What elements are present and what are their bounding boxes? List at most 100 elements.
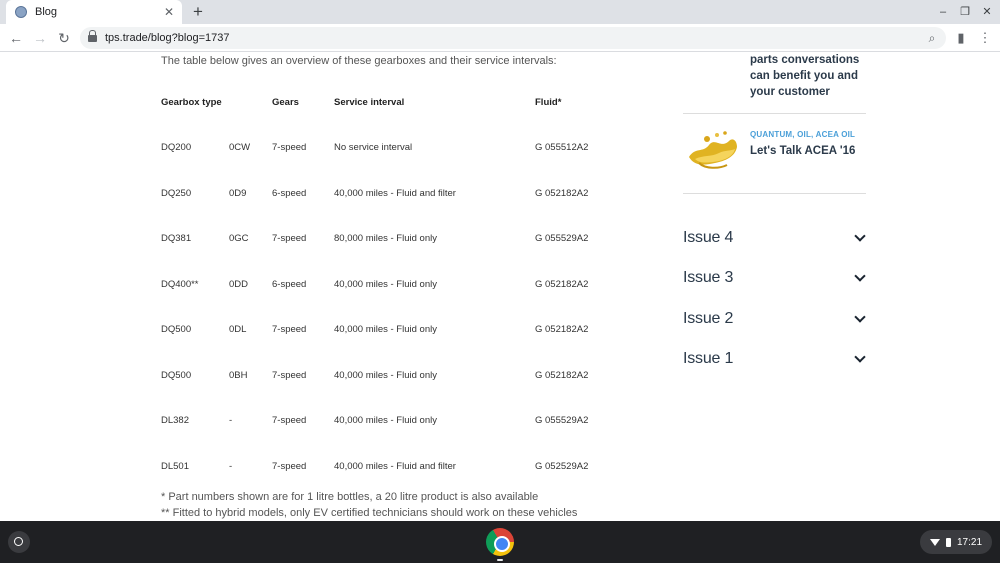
chevron-down-icon [854,232,866,244]
clock: 17:21 [957,536,983,548]
running-indicator [497,559,503,561]
table-cell: 7-speed [272,233,307,245]
table-cell: DQ200 [161,142,192,154]
table-cell: G 055512A2 [535,142,589,154]
chevron-down-icon [854,353,866,365]
sidebar-divider [683,193,866,194]
close-tab-icon[interactable]: ✕ [160,5,178,19]
url-text[interactable]: tps.trade/blog?blog=1737 [105,32,922,44]
issue-3-toggle[interactable]: Issue 3 [683,266,866,290]
chevron-down-icon [854,272,866,284]
table-cell: 7-speed [272,324,307,336]
header-gears: Gears [272,96,299,108]
table-cell: 0GC [229,233,249,245]
table-cell: No service interval [334,142,413,154]
issue-label: Issue 3 [683,269,734,286]
table-cell: DQ400** [161,278,199,290]
intro-text: The table below gives an overview of the… [161,55,557,67]
table-row: DQ200 0CW 7-speed No service interval G … [161,125,635,171]
table-row: DL382 - 7-speed 40,000 miles - Fluid onl… [161,398,635,444]
lock-icon [88,29,97,43]
launcher-icon[interactable] [8,531,30,553]
table-cell: - [229,460,233,472]
table-cell: 0DL [229,324,247,336]
forward-arrow-icon[interactable]: → [29,27,51,49]
table-cell: - [229,415,233,427]
table-cell: G 052182A2 [535,278,589,290]
table-cell: G 052529A2 [535,460,589,472]
table-cell: 7-speed [272,369,307,381]
reload-icon[interactable]: ↻ [53,27,75,49]
header-service-interval: Service interval [334,96,405,108]
table-cell: DQ500 [161,369,192,381]
new-tab-button[interactable]: + [188,2,208,22]
issue-label: Issue 4 [683,229,734,246]
gearbox-table: Gearbox type Gears Service interval Flui… [161,79,635,489]
prev-article-line: your customer [750,86,830,98]
table-cell: 40,000 miles - Fluid only [334,324,437,336]
close-window-button[interactable]: ✕ [976,3,998,21]
issue-label: Issue 2 [683,310,734,327]
table-row: DQ381 0GC 7-speed 80,000 miles - Fluid o… [161,216,635,262]
os-shelf: 17:21 [0,521,1000,563]
issue-2-toggle[interactable]: Issue 2 [683,307,866,331]
profile-icon[interactable]: ▮ [952,29,970,47]
restore-button[interactable]: ❐ [954,3,976,21]
table-row: DL501 - 7-speed 40,000 miles - Fluid and… [161,444,635,490]
table-cell: DQ381 [161,233,192,245]
table-cell: G 055529A2 [535,233,589,245]
browser-tab[interactable]: Blog ✕ [6,0,182,24]
article-title-link[interactable]: Let's Talk ACEA '16 [750,145,855,157]
table-cell: 0CW [229,142,251,154]
address-bar[interactable]: tps.trade/blog?blog=1737 ⌕ [80,27,946,49]
status-tray[interactable]: 17:21 [920,530,992,554]
tab-strip: Blog ✕ + – ❐ ✕ [0,0,1000,24]
table-cell: DL382 [161,415,189,427]
header-fluid: Fluid* [535,96,562,108]
table-cell: 40,000 miles - Fluid and filter [334,187,456,199]
table-cell: DQ250 [161,187,192,199]
table-row: DQ500 0BH 7-speed 40,000 miles - Fluid o… [161,353,635,399]
table-cell: 7-speed [272,460,307,472]
table-cell: G 055529A2 [535,415,589,427]
table-cell: 40,000 miles - Fluid only [334,415,437,427]
table-cell: DL501 [161,460,189,472]
table-cell: 40,000 miles - Fluid only [334,278,437,290]
table-row: DQ250 0D9 6-speed 40,000 miles - Fluid a… [161,171,635,217]
oil-splash-thumbnail[interactable] [685,127,741,173]
article-tags[interactable]: QUANTUM, OIL, ACEA OIL [750,130,855,139]
table-cell: 6-speed [272,278,307,290]
issue-1-toggle[interactable]: Issue 1 [683,347,866,371]
wifi-icon [930,538,940,546]
minimize-button[interactable]: – [932,3,954,21]
menu-dots-icon[interactable]: ⋮ [976,29,994,47]
prev-article-line: parts conversations [750,54,860,66]
zoom-icon[interactable]: ⌕ [922,31,942,46]
table-cell: 0DD [229,278,249,290]
table-cell: 80,000 miles - Fluid only [334,233,437,245]
table-cell: 0BH [229,369,248,381]
chevron-down-icon [854,313,866,325]
issue-label: Issue 1 [683,350,734,367]
table-cell: G 052182A2 [535,324,589,336]
sidebar-divider [683,113,866,114]
issue-4-toggle[interactable]: Issue 4 [683,226,866,250]
prev-article-title[interactable]: parts conversations can benefit you and … [750,52,859,100]
table-cell: 7-speed [272,415,307,427]
table-cell: 40,000 miles - Fluid only [334,369,437,381]
chrome-icon[interactable] [486,528,514,556]
tab-title: Blog [35,6,58,18]
back-arrow-icon[interactable]: ← [5,27,27,49]
table-row: DQ400** 0DD 6-speed 40,000 miles - Fluid… [161,262,635,308]
table-cell: 7-speed [272,142,307,154]
table-cell: 0D9 [229,187,247,199]
table-cell: DQ500 [161,324,192,336]
table-cell: G 052182A2 [535,369,589,381]
header-code [229,79,272,125]
table-cell: 40,000 miles - Fluid and filter [334,460,456,472]
prev-article-line: can benefit you and [750,70,858,82]
table-cell: 6-speed [272,187,307,199]
globe-icon [15,6,27,18]
header-gearbox-type: Gearbox type [161,96,222,108]
table-cell: G 052182A2 [535,187,589,199]
